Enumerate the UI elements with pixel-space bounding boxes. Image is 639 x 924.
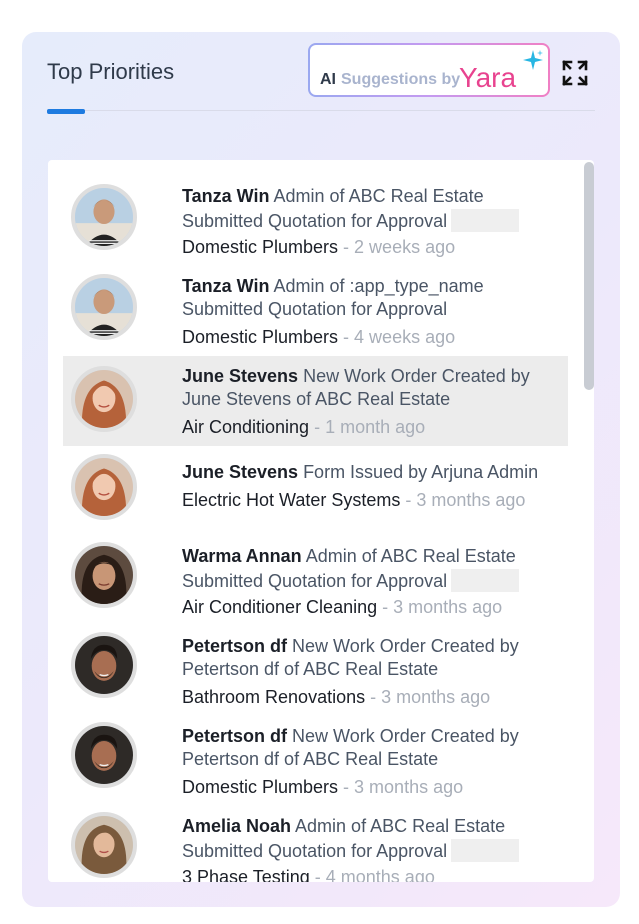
item-line-1: Amelia Noah Admin of ABC Real Estate bbox=[182, 816, 505, 837]
amount-placeholder bbox=[451, 839, 520, 862]
item-category: Domestic Plumbers bbox=[182, 237, 339, 257]
top-priorities-card: Top Priorities AI Suggestions by Yara Ta… bbox=[22, 32, 620, 907]
avatar bbox=[71, 454, 137, 520]
item-name: Warma Annan bbox=[182, 546, 302, 566]
item-category: Bathroom Renovations bbox=[182, 687, 366, 707]
item-name: Tanza Win bbox=[182, 276, 270, 296]
ai-suggestions-button[interactable]: AI Suggestions by Yara bbox=[308, 43, 550, 97]
item-action-2: Submitted Quotation for Approval bbox=[182, 841, 448, 861]
item-line-1: June Stevens New Work Order Created by bbox=[182, 366, 530, 387]
item-line-3: Bathroom Renovations - 3 months ago bbox=[182, 687, 490, 708]
avatar bbox=[71, 812, 137, 878]
list-item[interactable]: Amelia Noah Admin of ABC Real Estate Sub… bbox=[63, 806, 568, 882]
item-category: Electric Hot Water Systems bbox=[182, 490, 401, 510]
item-action: Admin of ABC Real Estate bbox=[301, 546, 516, 566]
item-time: - 3 months ago bbox=[338, 777, 464, 797]
item-name: Petertson df bbox=[182, 726, 288, 746]
item-name: Tanza Win bbox=[182, 186, 270, 206]
sparkle-icon bbox=[523, 50, 543, 70]
item-time: - 2 weeks ago bbox=[338, 237, 456, 257]
item-time: - 3 months ago bbox=[400, 490, 526, 510]
item-action-2: Petertson df of ABC Real Estate bbox=[182, 749, 439, 769]
yara-brand: Yara bbox=[459, 62, 517, 93]
avatar bbox=[71, 366, 137, 432]
amount-placeholder bbox=[451, 209, 520, 232]
item-action: New Work Order Created by bbox=[287, 726, 519, 746]
item-line-1: Tanza Win Admin of :app_type_name bbox=[182, 276, 484, 297]
item-name: Petertson df bbox=[182, 636, 288, 656]
list-scrollbar[interactable] bbox=[584, 160, 594, 882]
ai-prefix: AI bbox=[320, 71, 336, 88]
title-underline bbox=[47, 109, 85, 114]
item-line-3: 3 Phase Testing - 4 months ago bbox=[182, 867, 435, 882]
item-action-2: Submitted Quotation for Approval bbox=[182, 211, 448, 231]
amount-placeholder bbox=[451, 569, 520, 592]
item-line-3: Domestic Plumbers - 3 months ago bbox=[182, 777, 463, 798]
item-time: - 3 months ago bbox=[365, 687, 491, 707]
item-category: Domestic Plumbers bbox=[182, 327, 339, 347]
list-item[interactable]: Petertson df New Work Order Created by P… bbox=[63, 716, 568, 804]
item-line-2: Submitted Quotation for Approval bbox=[182, 839, 520, 862]
item-line-1: Warma Annan Admin of ABC Real Estate bbox=[182, 546, 516, 567]
item-line-3: Air Conditioning - 1 month ago bbox=[182, 417, 425, 438]
item-line-1: Petertson df New Work Order Created by bbox=[182, 726, 519, 747]
list-item[interactable]: Petertson df New Work Order Created by P… bbox=[63, 626, 568, 714]
item-name: June Stevens bbox=[182, 462, 299, 482]
item-line-2: Petertson df of ABC Real Estate bbox=[182, 659, 438, 680]
item-action: Admin of :app_type_name bbox=[269, 276, 484, 296]
item-action: Form Issued by Arjuna Admin bbox=[298, 462, 539, 482]
item-line-2: Submitted Quotation for Approval bbox=[182, 299, 447, 320]
list-item[interactable]: June Stevens New Work Order Created by J… bbox=[63, 356, 568, 446]
item-name: June Stevens bbox=[182, 366, 299, 386]
item-action-2: June Stevens of ABC Real Estate bbox=[182, 389, 451, 409]
header-divider bbox=[47, 110, 595, 111]
item-action-2: Submitted Quotation for Approval bbox=[182, 299, 448, 319]
item-time: - 1 month ago bbox=[309, 417, 426, 437]
item-name: Amelia Noah bbox=[182, 816, 292, 836]
list-item[interactable]: Tanza Win Admin of ABC Real Estate Submi… bbox=[63, 176, 568, 264]
item-category: Air Conditioner Cleaning bbox=[182, 597, 378, 617]
list-item[interactable]: Warma Annan Admin of ABC Real Estate Sub… bbox=[63, 536, 568, 624]
item-line-2: Petertson df of ABC Real Estate bbox=[182, 749, 438, 770]
item-category: Domestic Plumbers bbox=[182, 777, 339, 797]
avatar bbox=[71, 542, 137, 608]
scrollbar-thumb[interactable] bbox=[584, 162, 594, 390]
item-line-1: Tanza Win Admin of ABC Real Estate bbox=[182, 186, 484, 207]
item-action-2: Submitted Quotation for Approval bbox=[182, 571, 448, 591]
ai-suggestions-label: Suggestions by bbox=[341, 71, 461, 88]
priority-list[interactable]: Tanza Win Admin of ABC Real Estate Submi… bbox=[48, 160, 594, 882]
item-category: Air Conditioning bbox=[182, 417, 310, 437]
item-time: - 4 weeks ago bbox=[338, 327, 456, 347]
item-action: Admin of ABC Real Estate bbox=[269, 186, 484, 206]
list-item[interactable]: Tanza Win Admin of :app_type_name Submit… bbox=[63, 266, 568, 354]
item-action: Admin of ABC Real Estate bbox=[291, 816, 506, 836]
item-line-2: June Stevens of ABC Real Estate bbox=[182, 389, 450, 410]
item-line-3: Electric Hot Water Systems - 3 months ag… bbox=[182, 490, 525, 511]
page-title: Top Priorities bbox=[47, 59, 175, 84]
item-line-1: June Stevens Form Issued by Arjuna Admin bbox=[182, 462, 538, 483]
card-header: Top Priorities AI Suggestions by Yara bbox=[22, 32, 620, 116]
avatar bbox=[71, 184, 137, 250]
item-time: - 4 months ago bbox=[309, 867, 435, 882]
item-line-3: Domestic Plumbers - 2 weeks ago bbox=[182, 237, 455, 258]
avatar bbox=[71, 274, 137, 340]
avatar bbox=[71, 632, 137, 698]
expand-icon[interactable] bbox=[560, 58, 590, 88]
item-action: New Work Order Created by bbox=[298, 366, 530, 386]
avatar bbox=[71, 722, 137, 788]
item-line-3: Air Conditioner Cleaning - 3 months ago bbox=[182, 597, 502, 618]
item-action-2: Petertson df of ABC Real Estate bbox=[182, 659, 439, 679]
item-line-2: Submitted Quotation for Approval bbox=[182, 569, 520, 592]
item-action: New Work Order Created by bbox=[287, 636, 519, 656]
item-time: - 3 months ago bbox=[377, 597, 503, 617]
item-line-2: Submitted Quotation for Approval bbox=[182, 209, 520, 232]
item-line-1: Petertson df New Work Order Created by bbox=[182, 636, 519, 657]
list-item[interactable]: June Stevens Form Issued by Arjuna Admin… bbox=[63, 450, 568, 538]
item-line-3: Domestic Plumbers - 4 weeks ago bbox=[182, 327, 455, 348]
item-category: 3 Phase Testing bbox=[182, 867, 310, 882]
